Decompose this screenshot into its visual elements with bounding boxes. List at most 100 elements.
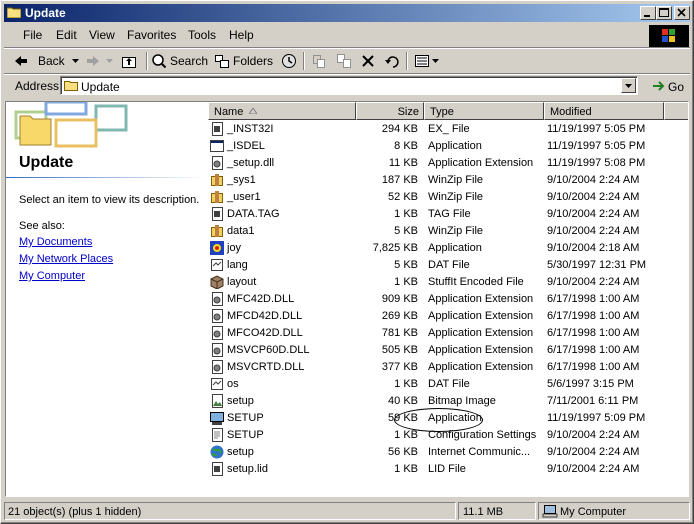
- file-name: setup.lid: [227, 463, 268, 475]
- folders-button[interactable]: Folders: [214, 51, 274, 71]
- file-row[interactable]: _INST32I 294 KB EX_ File 11/19/1997 5:05 PM: [208, 121, 688, 138]
- copy-to-icon: [337, 54, 351, 68]
- file-type: DAT File: [428, 259, 470, 271]
- file-type: Application Extension: [428, 157, 534, 169]
- chevron-down-icon: [432, 59, 439, 63]
- file-modified: 9/10/2004 2:24 AM: [547, 191, 640, 203]
- file-row[interactable]: _setup.dll 11 KB Application Extension 11/1…: [208, 155, 688, 172]
- dat-file-icon: [211, 259, 223, 271]
- toolbar: Back Search Folders: [4, 49, 690, 73]
- file-modified: 9/10/2004 2:24 AM: [547, 208, 640, 220]
- file-row[interactable]: os 1 KB DAT File 5/6/1997 3:15 PM: [208, 376, 688, 393]
- panel-title: Update: [19, 154, 74, 171]
- move-to-button[interactable]: [309, 51, 329, 71]
- file-size: 56 KB: [388, 446, 418, 458]
- my-computer-icon: [542, 505, 558, 518]
- history-button[interactable]: [279, 51, 299, 71]
- search-button[interactable]: Search: [151, 51, 208, 71]
- file-name: _sys1: [227, 174, 256, 186]
- file-type: DAT File: [428, 378, 470, 390]
- minimize-button[interactable]: [640, 6, 656, 20]
- link-my-network-places[interactable]: My Network Places: [19, 253, 113, 265]
- file-row[interactable]: data1 5 KB WinZip File 9/10/2004 2:24 AM: [208, 223, 688, 240]
- file-row[interactable]: lang 5 KB DAT File 5/30/1997 12:31 PM: [208, 257, 688, 274]
- file-size: 1 KB: [394, 378, 418, 390]
- file-row[interactable]: _user1 52 KB WinZip File 9/10/2004 2:24 AM: [208, 189, 688, 206]
- maximize-button[interactable]: [656, 6, 672, 20]
- address-bar: Address Update Go: [4, 75, 690, 97]
- file-modified: 7/11/2001 6:11 PM: [547, 395, 639, 407]
- menu-edit[interactable]: Edit: [56, 28, 77, 42]
- menu-tools[interactable]: Tools: [188, 28, 216, 42]
- address-dropdown-button[interactable]: [621, 78, 636, 93]
- file-name: MFCD42D.DLL: [227, 310, 303, 322]
- file-modified: 9/10/2004 2:24 AM: [547, 463, 640, 475]
- file-type: WinZip File: [428, 225, 484, 237]
- status-size: 11.1 MB: [463, 506, 504, 518]
- menu-file[interactable]: File: [23, 28, 42, 42]
- file-row[interactable]: _ISDEL 8 KB Application 11/19/1997 5:05 PM: [208, 138, 688, 155]
- file-name: _ISDEL: [227, 140, 265, 152]
- up-folder-button[interactable]: [119, 51, 141, 71]
- chevron-down-icon: [625, 84, 632, 88]
- file-type: Application Extension: [428, 293, 534, 305]
- link-my-computer[interactable]: My Computer: [19, 270, 85, 282]
- menu-favorites[interactable]: Favorites: [127, 28, 176, 42]
- file-row[interactable]: MFCO42D.DLL 781 KB Application Extension 6/…: [208, 325, 688, 342]
- web-view-panel: Update Select an item to view its descri…: [6, 102, 206, 496]
- winzip-icon: [211, 174, 223, 186]
- file-size: 1 KB: [394, 429, 418, 441]
- see-also-label: See also:: [19, 220, 65, 232]
- file-name: joy: [227, 242, 242, 254]
- file-type: Application Extension: [428, 327, 534, 339]
- file-row[interactable]: setup 56 KB Internet Communic... 9/10/2004 …: [208, 444, 688, 461]
- link-my-documents[interactable]: My Documents: [19, 236, 92, 248]
- menu-help[interactable]: Help: [229, 28, 254, 42]
- file-row[interactable]: setup.lid 1 KB LID File 9/10/2004 2:24 AM: [208, 461, 688, 478]
- file-size: 40 KB: [388, 395, 418, 407]
- file-row[interactable]: DATA.TAG 1 KB TAG File 9/10/2004 2:24 AM: [208, 206, 688, 223]
- dat-file-icon: [211, 378, 223, 390]
- up-folder-icon: [122, 57, 136, 68]
- file-type: Application: [428, 140, 482, 152]
- back-arrow-icon: [15, 56, 27, 66]
- column-header-type[interactable]: Type: [424, 102, 544, 120]
- column-header-name[interactable]: Name: [208, 102, 356, 120]
- dll-icon: [212, 309, 223, 323]
- go-button[interactable]: Go: [648, 76, 688, 96]
- forward-button[interactable]: [84, 51, 114, 71]
- views-icon: [415, 55, 429, 67]
- file-modified: 9/10/2004 2:18 AM: [547, 242, 640, 254]
- file-size: 8 KB: [394, 140, 418, 152]
- address-input[interactable]: Update: [60, 76, 638, 95]
- file-row[interactable]: layout 1 KB StuffIt Encoded File 9/10/2004 …: [208, 274, 688, 291]
- delete-icon: [362, 55, 374, 67]
- close-button[interactable]: [674, 6, 690, 20]
- file-size: 5 KB: [394, 225, 418, 237]
- file-row[interactable]: joy 7,825 KB Application 9/10/2004 2:18 AM: [208, 240, 688, 257]
- undo-button[interactable]: [382, 51, 402, 71]
- move-to-icon: [313, 55, 325, 68]
- copy-to-button[interactable]: [334, 51, 354, 71]
- file-modified: 5/30/1997 12:31 PM: [547, 259, 647, 271]
- file-modified: 9/10/2004 2:24 AM: [547, 429, 640, 441]
- back-button[interactable]: Back: [10, 51, 79, 71]
- file-row[interactable]: MFC42D.DLL 909 KB Application Extension 6/1…: [208, 291, 688, 308]
- views-button[interactable]: [412, 51, 440, 71]
- maximize-icon: [659, 8, 669, 17]
- delete-button[interactable]: [358, 51, 378, 71]
- column-type-label: Type: [430, 106, 454, 118]
- column-header-size[interactable]: Size: [356, 102, 424, 120]
- title-bar[interactable]: Update: [4, 4, 690, 22]
- file-row[interactable]: MSVCRTD.DLL 377 KB Application Extension 6/…: [208, 359, 688, 376]
- menu-view[interactable]: View: [89, 28, 115, 42]
- column-header-modified[interactable]: Modified: [544, 102, 664, 120]
- file-size: 377 KB: [381, 361, 418, 373]
- file-row[interactable]: MSVCP60D.DLL 505 KB Application Extension 6…: [208, 342, 688, 359]
- column-size-label: Size: [397, 106, 419, 118]
- file-type: LID File: [428, 463, 466, 475]
- file-row[interactable]: MFCD42D.DLL 269 KB Application Extension 6/…: [208, 308, 688, 325]
- file-row[interactable]: _sys1 187 KB WinZip File 9/10/2004 2:24 AM: [208, 172, 688, 189]
- chevron-down-icon: [72, 59, 79, 63]
- file-name: os: [227, 378, 239, 390]
